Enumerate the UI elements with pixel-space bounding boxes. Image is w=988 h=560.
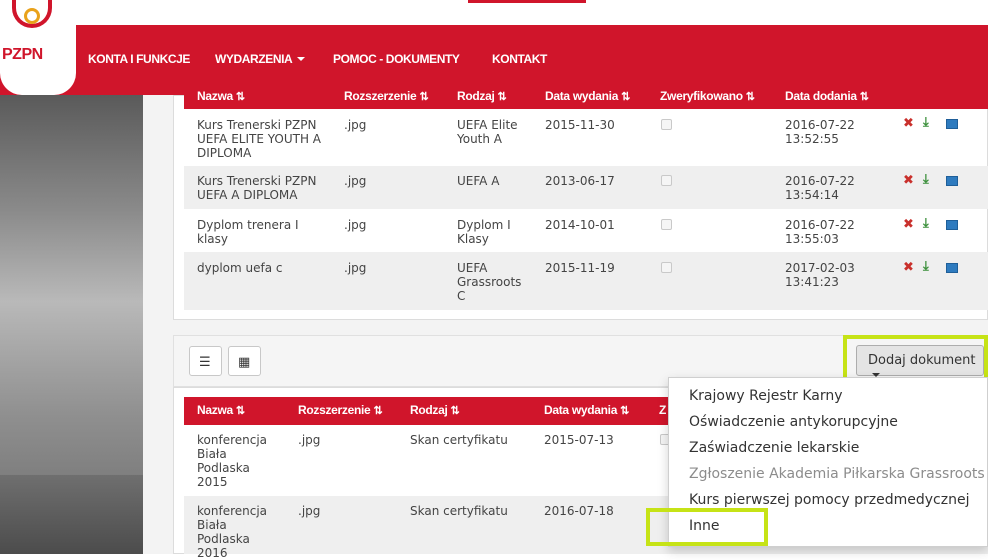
background-photo	[0, 95, 143, 554]
table-row: Dyplom trenera Iklasy .jpg Dyplom I Klasy…	[184, 209, 988, 252]
background-field	[0, 475, 143, 554]
menu-item-krajowy-rejestr-karny[interactable]: Krajowy Rejestr Karny	[689, 388, 843, 404]
table-row: Kurs Trenerski PZPN UEFA ELITE YOUTH A DIP…	[184, 110, 988, 166]
cell-name: dyplom uefa c	[197, 261, 283, 275]
th-rozszerzenie[interactable]: Rozszerzenie ⇅	[298, 403, 383, 417]
cell-ext: .jpg	[344, 218, 367, 232]
sort-icon: ⇅	[621, 91, 631, 103]
th-data-dodania[interactable]: Data dodania ⇅	[785, 89, 869, 103]
th-nazwa[interactable]: Nazwa ⇅	[197, 403, 245, 417]
list-icon: ☰	[199, 355, 211, 370]
nav-konta-i-funkcje[interactable]: KONTA I FUNKCJE	[88, 52, 190, 66]
sort-icon: ⇅	[620, 405, 630, 417]
cell-type: UEFA A	[457, 174, 500, 188]
cell-type: Skan certyfikatu	[410, 504, 508, 518]
cell-type: UEFA Elite Youth A	[457, 118, 518, 146]
highlight-box-inne	[646, 508, 768, 546]
cell-ext: .jpg	[344, 118, 367, 132]
sort-icon: ⇅	[235, 91, 245, 103]
sort-icon: ⇅	[373, 405, 383, 417]
nav-label: WYDARZENIA	[215, 52, 293, 66]
pzpn-logo[interactable]: PZPN	[0, 0, 76, 95]
download-icon[interactable]: ⤓	[923, 172, 929, 187]
cell-added: 2016-07-22 13:54:14	[785, 174, 855, 202]
verified-checkbox	[661, 175, 672, 186]
cell-ext: .jpg	[344, 261, 367, 275]
cell-date: 2016-07-18	[544, 504, 614, 518]
delete-icon[interactable]: ✖	[903, 260, 914, 275]
nav-label: KONTA I FUNKCJE	[88, 52, 191, 66]
table1-header: Nazwa ⇅ Rozszerzenie ⇅ Rodzaj ⇅ Data wydani…	[184, 89, 988, 109]
cell-date: 2015-11-19	[545, 261, 615, 275]
cell-type: UEFA Grassroots C	[457, 261, 522, 303]
cell-name: Kurs Trenerski PZPN UEFA A DIPLOMA	[197, 174, 317, 202]
list-view-button[interactable]: ☰	[189, 346, 222, 376]
th-truncated[interactable]: Z	[659, 403, 666, 417]
cell-added: 2016-07-22 13:52:55	[785, 118, 855, 146]
nav-label: POMOC - DOKUMENTY	[333, 52, 460, 66]
verified-checkbox	[661, 119, 672, 130]
th-rodzaj[interactable]: Rodzaj ⇅	[410, 403, 460, 417]
cell-added: 2016-07-22 13:55:03	[785, 218, 855, 246]
menu-item-zgloszenie-akademia: Zgłoszenie Akademia Piłkarska Grassroots	[689, 466, 985, 482]
cell-added: 2017-02-03 13:41:23	[785, 261, 855, 289]
th-nazwa[interactable]: Nazwa ⇅	[197, 89, 245, 103]
nav-wydarzenia[interactable]: WYDARZENIA	[215, 52, 306, 66]
download-icon[interactable]: ⤓	[923, 115, 929, 130]
verified-checkbox	[661, 262, 672, 273]
nav-pomoc-dokumenty[interactable]: POMOC - DOKUMENTY	[333, 52, 460, 66]
download-icon[interactable]: ⤓	[923, 216, 929, 231]
th-zweryfikowano[interactable]: Zweryfikowano ⇅	[660, 89, 755, 103]
cell-ext: .jpg	[298, 504, 321, 518]
table-row: dyplom uefa c .jpg UEFA Grassroots C 2015-…	[184, 252, 988, 310]
cell-type: Skan certyfikatu	[410, 433, 508, 447]
cell-name: konferencja Biała Podlaska 2015	[197, 433, 268, 489]
cell-date: 2013-06-17	[545, 174, 615, 188]
verified-checkbox	[661, 219, 672, 230]
cell-type: Dyplom I Klasy	[457, 218, 511, 246]
nav-kontakt[interactable]: KONTAKT	[492, 52, 547, 66]
sort-icon: ⇅	[450, 405, 460, 417]
cell-ext: .jpg	[344, 174, 367, 188]
grid-view-button[interactable]: ▦	[228, 346, 261, 376]
image-preview-icon[interactable]	[946, 220, 958, 230]
caret-down-icon	[297, 57, 306, 61]
sort-icon: ⇅	[859, 91, 869, 103]
cell-name: konferencja Biała Podlaska 2016	[197, 504, 268, 560]
cell-date: 2014-10-01	[545, 218, 615, 232]
cell-name: Kurs Trenerski PZPN UEFA ELITE YOUTH A DIP…	[197, 118, 322, 160]
sort-icon: ⇅	[419, 91, 429, 103]
sort-icon: ⇅	[235, 405, 245, 417]
add-document-dropdown-button[interactable]: Dodaj dokument	[856, 345, 984, 377]
delete-icon[interactable]: ✖	[903, 173, 914, 188]
logo-text: PZPN	[2, 46, 43, 63]
menu-item-oswiadczenie-antykorupcyjne[interactable]: Oświadczenie antykorupcyjne	[689, 414, 898, 430]
table-row: Kurs Trenerski PZPN UEFA A DIPLOMA .jpg U…	[184, 166, 988, 209]
sort-icon: ⇅	[745, 91, 755, 103]
th-rozszerzenie[interactable]: Rozszerzenie ⇅	[344, 89, 429, 103]
image-preview-icon[interactable]	[946, 119, 958, 129]
image-preview-icon[interactable]	[946, 176, 958, 186]
top-accent-line	[468, 0, 586, 3]
menu-item-zaswiadczenie-lekarskie[interactable]: Zaświadczenie lekarskie	[689, 440, 859, 456]
image-preview-icon[interactable]	[946, 263, 958, 273]
add-document-label: Dodaj dokument	[868, 353, 976, 368]
th-rodzaj[interactable]: Rodzaj ⇅	[457, 89, 507, 103]
cell-date: 2015-11-30	[545, 118, 615, 132]
grid-icon: ▦	[238, 355, 251, 370]
menu-item-kurs-pierwszej-pomocy[interactable]: Kurs pierwszej pomocy przedmedycznej	[689, 492, 969, 508]
cell-ext: .jpg	[298, 433, 321, 447]
nav-label: KONTAKT	[492, 52, 547, 66]
download-icon[interactable]: ⤓	[923, 259, 929, 274]
delete-icon[interactable]: ✖	[903, 116, 914, 131]
cell-name: Dyplom trenera Iklasy	[197, 218, 299, 246]
cell-date: 2015-07-13	[544, 433, 614, 447]
delete-icon[interactable]: ✖	[903, 217, 914, 232]
th-data-wydania[interactable]: Data wydania ⇅	[544, 403, 629, 417]
logo-ball-icon	[24, 8, 40, 24]
sort-icon: ⇅	[497, 91, 507, 103]
th-data-wydania[interactable]: Data wydania ⇅	[545, 89, 630, 103]
